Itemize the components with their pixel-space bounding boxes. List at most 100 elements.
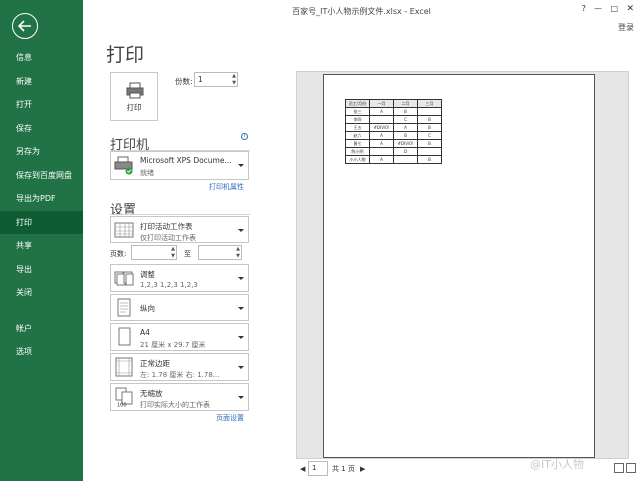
- pages-to-input[interactable]: ▲ ▼: [198, 245, 242, 260]
- prev-page-button[interactable]: ◀: [300, 465, 305, 473]
- paper-size-dropdown[interactable]: A4 21 厘米 x 29.7 厘米: [110, 323, 249, 351]
- nav-item[interactable]: 打印: [0, 210, 83, 234]
- table-cell: 王五: [345, 123, 370, 132]
- print-scope-dropdown[interactable]: 打印活动工作表 仅打印活动工作表: [110, 216, 249, 243]
- backstage-nav: 信息 新建 打开 保存 另存为 保存到百度网盘 导出为PDF 打印 共享 导出 关闭帐户 选项: [0, 0, 83, 481]
- zoom-to-page-icon[interactable]: [626, 463, 636, 473]
- table-cell: 二月: [393, 99, 418, 108]
- printer-icon: [126, 82, 144, 99]
- chevron-down-icon: [238, 336, 244, 339]
- svg-text:100: 100: [117, 403, 127, 408]
- nav-list: 信息 新建 打开 保存 另存为 保存到百度网盘 导出为PDF 打印 共享 导出 关闭帐户 选项: [0, 46, 83, 364]
- scope-desc: 仅打印活动工作表: [140, 234, 196, 242]
- chevron-down-icon: [238, 366, 244, 369]
- table-row: 李四 C B: [345, 115, 442, 124]
- printer-dropdown[interactable]: Microsoft XPS Docume... 就绪: [110, 151, 249, 180]
- table-row: 张三 A B: [345, 107, 442, 116]
- scaling-desc: 打印实际大小的工作表: [140, 401, 210, 409]
- nav-item[interactable]: 保存: [0, 117, 83, 141]
- preview-sheet-table: 员工/月份 一月 二月 三月 张三 A B 李四 C B 王五 #DIV/0! A B 赵六 A B C 黄七 A #D…: [345, 99, 442, 164]
- copies-spinner[interactable]: ▲ ▼: [232, 73, 236, 86]
- copies-value: 1: [198, 75, 203, 84]
- scaling-title: 无缩放: [140, 389, 163, 398]
- orientation-dropdown[interactable]: 纵向: [110, 294, 249, 321]
- pages-from-input[interactable]: ▲ ▼: [131, 245, 177, 260]
- nav-item[interactable]: 新建: [0, 70, 83, 94]
- next-page-button[interactable]: ▶: [360, 465, 365, 473]
- table-cell: [417, 107, 442, 116]
- printer-properties-link[interactable]: 打印机属性: [209, 182, 244, 192]
- nav-item[interactable]: 打开: [0, 93, 83, 117]
- margins-dropdown[interactable]: 正常边距 左: 1.78 厘米 右: 1.78...: [110, 353, 249, 381]
- printer-device-icon: [114, 156, 133, 175]
- table-cell: 陈小明: [345, 147, 370, 156]
- pages-to-spinner[interactable]: ▲ ▼: [236, 246, 240, 259]
- nav-item[interactable]: 选项: [0, 340, 83, 364]
- scaling-dropdown[interactable]: 100 无缩放 打印实际大小的工作表: [110, 383, 249, 411]
- printer-status: 就绪: [140, 169, 154, 177]
- table-cell: 李四: [345, 115, 370, 124]
- collate-title: 调整: [140, 270, 155, 279]
- help-icon[interactable]: ?: [582, 4, 586, 13]
- nav-item[interactable]: 另存为: [0, 140, 83, 164]
- table-row: 小小人物 A B: [345, 155, 442, 164]
- watermark-text: @IT小人物: [530, 458, 584, 471]
- info-icon[interactable]: i: [241, 133, 248, 140]
- page-count-label: 共 1 页: [332, 465, 355, 473]
- copies-label: 份数:: [175, 77, 193, 86]
- minimize-button[interactable]: —: [594, 4, 602, 13]
- table-cell: #DIV/0!: [369, 123, 394, 132]
- nav-item[interactable]: 帐户: [0, 317, 83, 341]
- nav-item[interactable]: 共享: [0, 234, 83, 258]
- pages-label: 页数:: [110, 250, 127, 258]
- table-cell: A: [393, 123, 418, 132]
- table-cell: 员工/月份: [345, 99, 370, 108]
- chevron-down-icon: [238, 164, 244, 167]
- login-link[interactable]: 登录: [618, 22, 634, 33]
- printer-name: Microsoft XPS Docume...: [140, 156, 232, 165]
- page-setup-link[interactable]: 页面设置: [216, 413, 244, 423]
- title-bar: 百家号_IT小人物示例文件.xlsx - Excel ? — □ ✕: [83, 0, 640, 22]
- scaling-icon: 100: [115, 387, 133, 408]
- close-button[interactable]: ✕: [626, 4, 634, 14]
- table-cell: 小小人物: [345, 155, 370, 164]
- table-cell: #DIV/0!: [393, 139, 418, 148]
- nav-item[interactable]: 导出为PDF: [0, 187, 83, 211]
- print-button[interactable]: 打印: [110, 72, 158, 121]
- collate-dropdown[interactable]: 调整 1,2,3 1,2,3 1,2,3: [110, 264, 249, 292]
- pages-from-spinner[interactable]: ▲ ▼: [171, 246, 175, 259]
- table-cell: A: [369, 107, 394, 116]
- table-cell: [369, 147, 394, 156]
- sheet-grid-icon: [114, 222, 134, 238]
- nav-item[interactable]: 导出: [0, 258, 83, 282]
- table-cell: B: [393, 107, 418, 116]
- paper-desc: 21 厘米 x 29.7 厘米: [140, 341, 206, 349]
- table-cell: 一月: [369, 99, 394, 108]
- paper-title: A4: [140, 328, 150, 337]
- table-cell: B: [417, 123, 442, 132]
- page-number-input[interactable]: 1: [308, 461, 328, 476]
- nav-item[interactable]: 保存到百度网盘: [0, 164, 83, 188]
- table-cell: [393, 155, 418, 164]
- table-row: 陈小明 D: [345, 147, 442, 156]
- show-margins-icon[interactable]: [614, 463, 624, 473]
- table-row: 员工/月份 一月 二月 三月: [345, 99, 442, 108]
- maximize-button[interactable]: □: [610, 4, 618, 13]
- orientation-title: 纵向: [140, 304, 155, 313]
- table-cell: A: [369, 139, 394, 148]
- table-row: 黄七 A #DIV/0! B: [345, 139, 442, 148]
- divider: [110, 214, 250, 215]
- back-button[interactable]: [12, 13, 38, 39]
- table-cell: C: [393, 115, 418, 124]
- nav-item[interactable]: 关闭: [0, 281, 83, 305]
- nav-item[interactable]: 信息: [0, 46, 83, 70]
- print-button-label: 打印: [126, 103, 142, 112]
- copies-input[interactable]: 1 ▲ ▼: [194, 72, 238, 87]
- table-cell: B: [417, 115, 442, 124]
- table-cell: 三月: [417, 99, 442, 108]
- chevron-down-icon: [238, 277, 244, 280]
- window-title: 百家号_IT小人物示例文件.xlsx - Excel: [292, 7, 431, 16]
- table-cell: 黄七: [345, 139, 370, 148]
- table-cell: [417, 147, 442, 156]
